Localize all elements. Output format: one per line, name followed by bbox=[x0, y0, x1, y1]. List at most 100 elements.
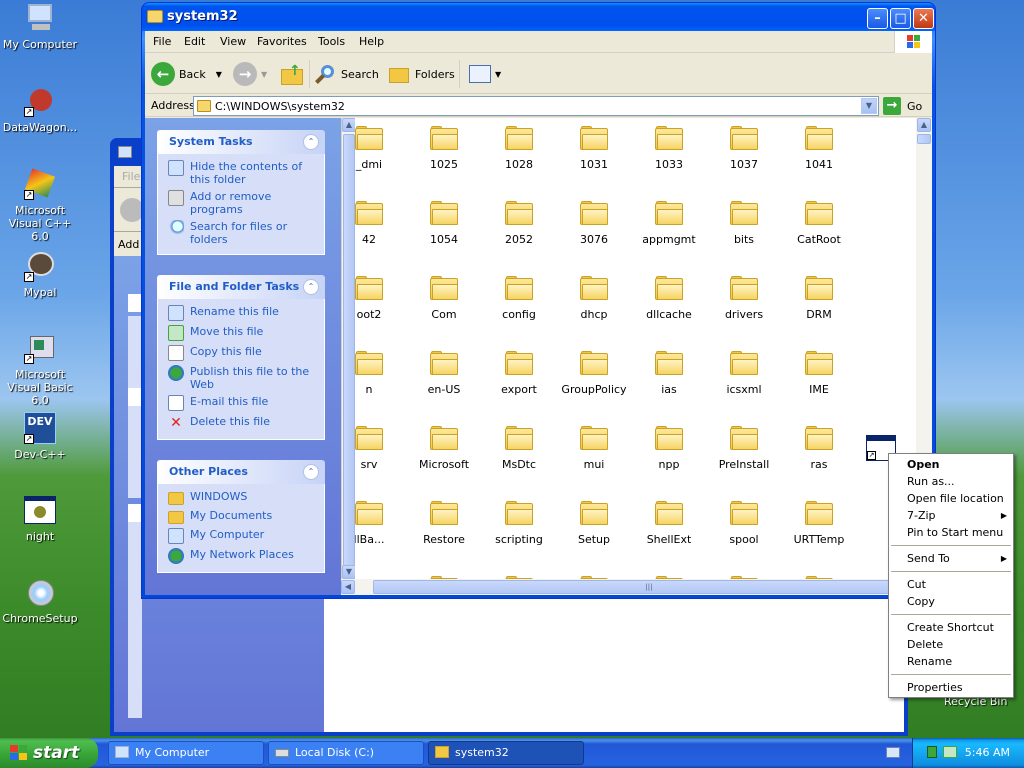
folder-item[interactable]: PreInstall bbox=[706, 426, 782, 471]
folder-item[interactable]: 1041 bbox=[781, 126, 857, 171]
address-dropdown-button[interactable]: ▼ bbox=[861, 98, 877, 114]
folder-item[interactable]: 1037 bbox=[706, 126, 782, 171]
folder-item[interactable]: DRM bbox=[781, 276, 857, 321]
address-input[interactable]: C:\WINDOWS\system32 ▼ bbox=[193, 96, 879, 116]
folder-item[interactable]: MsDtc bbox=[481, 426, 557, 471]
go-button[interactable]: → Go bbox=[883, 97, 922, 115]
tray-app-icon[interactable] bbox=[927, 746, 937, 758]
context-menu-item-send-to[interactable]: Send To ▶ bbox=[889, 550, 1013, 567]
folder-item[interactable]: CatRoot bbox=[781, 201, 857, 246]
scroll-thumb[interactable] bbox=[343, 134, 355, 566]
context-menu-item-delete[interactable]: Delete bbox=[889, 636, 1013, 653]
context-menu-item-open[interactable]: Open bbox=[889, 456, 1013, 473]
context-menu-item-copy[interactable]: Copy bbox=[889, 593, 1013, 610]
task-hide-contents[interactable]: Hide the contents of this folder bbox=[168, 160, 318, 186]
folder-item[interactable]: llBa... bbox=[355, 501, 407, 546]
clock[interactable]: 5:46 AM bbox=[965, 746, 1010, 759]
folder-item[interactable]: Restore bbox=[406, 501, 482, 546]
menu-favorites[interactable]: Favorites bbox=[257, 35, 307, 48]
context-menu-item-pin-to-start-menu[interactable]: Pin to Start menu bbox=[889, 524, 1013, 541]
folder-item[interactable]: dllcache bbox=[631, 276, 707, 321]
desktop-icon-dev-cpp[interactable]: DEV ↗ Dev-C++ bbox=[0, 412, 80, 461]
folder-item[interactable]: drivers bbox=[706, 276, 782, 321]
desktop-icon-visual-basic[interactable]: ↗ Microsoft Visual Basic 6.0 bbox=[0, 332, 80, 407]
context-menu-item-properties[interactable]: Properties bbox=[889, 679, 1013, 696]
desktop-icon-my-computer[interactable]: My Computer bbox=[0, 2, 80, 51]
collapse-chevron-icon[interactable]: ⌃ bbox=[303, 134, 319, 150]
desktop-icon-datawagon[interactable]: ↗ DataWagon... bbox=[0, 85, 80, 134]
menu-tools[interactable]: Tools bbox=[318, 35, 345, 48]
task-pane-scrollbar[interactable]: ▲ ▼ bbox=[341, 118, 356, 595]
folder-item[interactable]: 3076 bbox=[556, 201, 632, 246]
folder-item[interactable]: mui bbox=[556, 426, 632, 471]
system-tasks-header[interactable]: System Tasks ⌃ bbox=[157, 130, 325, 154]
scroll-up-button[interactable]: ▲ bbox=[342, 118, 356, 132]
start-button[interactable]: start bbox=[0, 738, 98, 768]
task-copy[interactable]: Copy this file bbox=[168, 345, 318, 361]
folder-item[interactable]: bits bbox=[706, 201, 782, 246]
collapse-chevron-icon[interactable]: ⌃ bbox=[303, 464, 319, 480]
folder-item[interactable]: Microsoft bbox=[406, 426, 482, 471]
task-search-files[interactable]: Search for files or folders bbox=[168, 220, 318, 246]
folder-item[interactable]: scripting bbox=[481, 501, 557, 546]
taskbar-button-local-disk[interactable]: Local Disk (C:) bbox=[268, 741, 424, 765]
place-windows[interactable]: WINDOWS bbox=[168, 490, 318, 505]
folder-item[interactable]: oot2 bbox=[355, 276, 407, 321]
folder-item[interactable]: GroupPolicy bbox=[556, 351, 632, 396]
desktop-icon-chromesetup[interactable]: ChromeSetup bbox=[0, 576, 80, 625]
context-menu-item-create-shortcut[interactable]: Create Shortcut bbox=[889, 619, 1013, 636]
task-delete[interactable]: ✕ Delete this file bbox=[168, 415, 318, 431]
maximize-button[interactable]: □ bbox=[890, 8, 911, 29]
title-bar[interactable]: system32 – □ ✕ bbox=[142, 3, 935, 31]
folder-item[interactable]: 42 bbox=[355, 201, 407, 246]
place-my-network-places[interactable]: My Network Places bbox=[168, 548, 318, 564]
collapse-chevron-icon[interactable]: ⌃ bbox=[303, 279, 319, 295]
folder-item[interactable]: ShellExt bbox=[631, 501, 707, 546]
folder-item[interactable]: Setup bbox=[556, 501, 632, 546]
taskbar-button-system32[interactable]: system32 bbox=[428, 741, 584, 765]
other-places-header[interactable]: Other Places ⌃ bbox=[157, 460, 325, 484]
context-menu-item-run-as[interactable]: Run as... bbox=[889, 473, 1013, 490]
folder-item[interactable]: appmgmt bbox=[631, 201, 707, 246]
menu-help[interactable]: Help bbox=[359, 35, 384, 48]
scroll-left-button[interactable]: ◀ bbox=[341, 580, 355, 594]
place-my-documents[interactable]: My Documents bbox=[168, 509, 318, 524]
explorer-window[interactable]: system32 – □ ✕ File Edit View Favorites … bbox=[141, 2, 936, 599]
folder-item[interactable]: 2052 bbox=[481, 201, 557, 246]
task-email[interactable]: E-mail this file bbox=[168, 395, 318, 411]
folder-item[interactable]: export bbox=[481, 351, 557, 396]
folder-item[interactable]: ias bbox=[631, 351, 707, 396]
place-my-computer[interactable]: My Computer bbox=[168, 528, 318, 544]
forward-button[interactable]: → ▼ bbox=[233, 60, 267, 88]
folder-item[interactable]: 1031 bbox=[556, 126, 632, 171]
context-menu-item-rename[interactable]: Rename bbox=[889, 653, 1013, 670]
folder-item[interactable]: ras bbox=[781, 426, 857, 471]
desktop-icon-visual-cpp[interactable]: ↗ Microsoft Visual C++ 6.0 bbox=[0, 168, 80, 243]
minimize-button[interactable]: – bbox=[867, 8, 888, 29]
chevron-down-icon[interactable]: ▼ bbox=[261, 70, 267, 79]
chevron-down-icon[interactable]: ▼ bbox=[495, 70, 501, 79]
context-menu-item-open-file-location[interactable]: Open file location bbox=[889, 490, 1013, 507]
folder-item[interactable]: srv bbox=[355, 426, 407, 471]
folder-item[interactable]: icsxml bbox=[706, 351, 782, 396]
folder-item[interactable]: IME bbox=[781, 351, 857, 396]
task-rename[interactable]: Rename this file bbox=[168, 305, 318, 321]
desktop-icon-night[interactable]: night bbox=[0, 494, 80, 543]
folder-item[interactable]: 1033 bbox=[631, 126, 707, 171]
tray-network-icon[interactable] bbox=[943, 746, 957, 758]
task-publish[interactable]: Publish this file to the Web bbox=[168, 365, 318, 391]
desktop-icon-mypal[interactable]: ↗ Mypal bbox=[0, 250, 80, 299]
folder-item[interactable]: URTTemp bbox=[781, 501, 857, 546]
folder-item[interactable]: 1054 bbox=[406, 201, 482, 246]
task-move[interactable]: Move this file bbox=[168, 325, 318, 341]
folder-item[interactable]: spool bbox=[706, 501, 782, 546]
scroll-up-button[interactable]: ▲ bbox=[917, 118, 931, 132]
menu-file[interactable]: File bbox=[153, 35, 171, 48]
search-button[interactable]: Search bbox=[315, 60, 379, 88]
folder-item[interactable]: _dmi bbox=[355, 126, 407, 171]
folder-item[interactable]: npp bbox=[631, 426, 707, 471]
folder-item[interactable]: en-US bbox=[406, 351, 482, 396]
folder-item[interactable]: n bbox=[355, 351, 407, 396]
folder-item[interactable]: 1025 bbox=[406, 126, 482, 171]
taskbar-button-my-computer[interactable]: My Computer bbox=[108, 741, 264, 765]
